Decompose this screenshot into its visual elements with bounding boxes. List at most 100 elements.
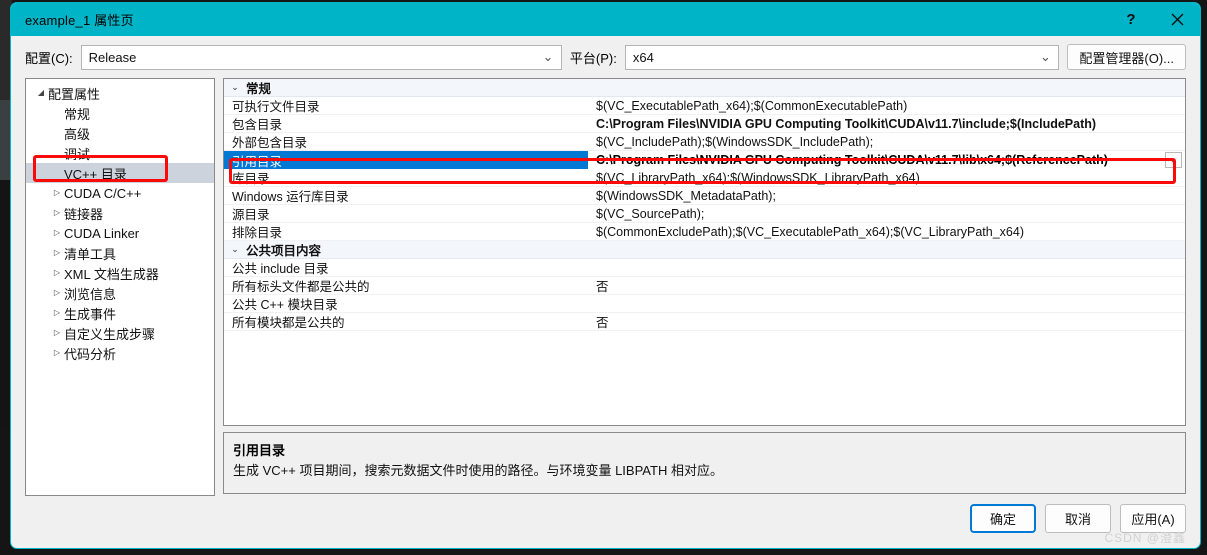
property-row[interactable]: 所有模块都是公共的 否 (224, 313, 1185, 331)
description-title: 引用目录 (233, 443, 286, 458)
dialog-title: example_1 属性页 (25, 13, 134, 28)
tree-item-label: 链接器 (64, 206, 104, 222)
tree-item-label: 调试 (64, 146, 91, 162)
tree-item-4[interactable]: ▷VC++ 目录 (26, 163, 214, 183)
ok-button[interactable]: 确定 (970, 503, 1036, 533)
tree-item-label: 自定义生成步骤 (64, 326, 156, 342)
property-row[interactable]: 公共 include 目录 (224, 259, 1185, 277)
property-name: 常规 (246, 82, 272, 96)
chevron-collapsed-icon: ▷ (53, 308, 61, 317)
help-icon[interactable]: ? (1108, 3, 1154, 36)
property-value[interactable]: $(WindowsSDK_MetadataPath); (588, 189, 1185, 203)
chevron-collapsed-icon: ▷ (53, 328, 61, 337)
settings-tree[interactable]: ◢配置属性▷常规▷高级▷调试▷VC++ 目录▷CUDA C/C++▷链接器▷CU… (25, 78, 215, 496)
chevron-collapsed-icon: ▷ (53, 268, 61, 277)
property-value[interactable]: C:\Program Files\NVIDIA GPU Computing To… (588, 153, 1185, 167)
platform-label: 平台(P): (569, 50, 617, 66)
dialog-body: ◢配置属性▷常规▷高级▷调试▷VC++ 目录▷CUDA C/C++▷链接器▷CU… (11, 78, 1200, 496)
property-row[interactable]: 所有标头文件都是公共的 否 (224, 277, 1185, 295)
tree-item-label: 浏览信息 (64, 286, 117, 302)
tree-item-label: 清单工具 (64, 246, 117, 262)
property-name: 可执行文件目录 (232, 100, 320, 114)
property-value[interactable]: $(VC_SourcePath); (588, 207, 1185, 221)
property-name: 所有模块都是公共的 (232, 316, 345, 330)
property-name: 外部包含目录 (232, 136, 308, 150)
tree-item-label: CUDA Linker (64, 225, 140, 241)
tree-item-10[interactable]: ▷ 浏览信息 (26, 283, 214, 303)
caption-buttons: ? (1108, 3, 1200, 36)
chevron-collapsed-icon: ▷ (53, 208, 61, 217)
property-category-row[interactable]: ⌄ 公共项目内容 (224, 241, 1185, 259)
property-value[interactable]: $(VC_IncludePath);$(WindowsSDK_IncludePa… (588, 135, 1185, 149)
property-value[interactable]: $(CommonExcludePath);$(VC_ExecutablePath… (588, 225, 1185, 239)
configuration-manager-button[interactable]: 配置管理器(O)... (1067, 44, 1186, 70)
tree-item-label: 配置属性 (48, 86, 101, 102)
tree-item-6[interactable]: ▷ 链接器 (26, 203, 214, 223)
chevron-collapsed-icon: ▷ (53, 188, 61, 197)
title-bar: example_1 属性页 ? (11, 3, 1200, 36)
property-name: 公共 C++ 模块目录 (232, 298, 338, 312)
tree-item-9[interactable]: ▷ XML 文档生成器 (26, 263, 214, 283)
property-value[interactable]: $(VC_ExecutablePath_x64);$(CommonExecuta… (588, 99, 1185, 113)
tree-item-label: VC++ 目录 (64, 166, 127, 182)
property-row[interactable]: 引用目录 C:\Program Files\NVIDIA GPU Computin… (224, 151, 1185, 169)
tree-item-label: XML 文档生成器 (64, 266, 159, 282)
platform-select[interactable]: x64 ⌄ (624, 44, 1060, 70)
property-row[interactable]: 外部包含目录 $(VC_IncludePath);$(WindowsSDK_Inc… (224, 133, 1185, 151)
right-pane: ⌄ 常规 可执行文件目录 $(VC_ExecutablePath_x64);$(Com… (223, 78, 1186, 496)
configuration-value: Release (88, 49, 137, 65)
property-row[interactable]: 源目录 $(VC_SourcePath); (224, 205, 1185, 223)
property-name: 公共 include 目录 (232, 262, 329, 276)
tree-item-label: CUDA C/C++ (64, 185, 142, 201)
close-icon[interactable] (1154, 3, 1200, 36)
property-value[interactable]: C:\Program Files\NVIDIA GPU Computing To… (588, 117, 1185, 131)
tree-item-label: 常规 (64, 106, 91, 122)
value-dropdown-button[interactable]: ⌄ (1165, 152, 1182, 168)
tree-item-7[interactable]: ▷ CUDA Linker (26, 223, 214, 243)
tree-item-label: 高级 (64, 126, 91, 142)
platform-value: x64 (632, 49, 654, 65)
property-row[interactable]: 排除目录 $(CommonExcludePath);$(VC_Executable… (224, 223, 1185, 241)
tree-item-1[interactable]: ▷常规 (26, 103, 214, 123)
property-row[interactable]: 可执行文件目录 $(VC_ExecutablePath_x64);$(Common… (224, 97, 1185, 115)
property-category-row[interactable]: ⌄ 常规 (224, 79, 1185, 97)
chevron-down-icon: ⌄ (1039, 49, 1051, 64)
property-row[interactable]: 库目录 $(VC_LibraryPath_x64);$(WindowsSDK_Li… (224, 169, 1185, 187)
description-text: 生成 VC++ 项目期间，搜索元数据文件时使用的路径。与环境变量 LIBPATH… (233, 463, 723, 478)
chevron-collapsed-icon: ▷ (53, 228, 61, 237)
configuration-select[interactable]: Release ⌄ (80, 44, 562, 70)
tree-item-2[interactable]: ▷高级 (26, 123, 214, 143)
property-row[interactable]: Windows 运行库目录 $(WindowsSDK_MetadataPath); (224, 187, 1185, 205)
property-name: 排除目录 (232, 226, 283, 240)
tree-item-5[interactable]: ▷ CUDA C/C++ (26, 183, 214, 203)
tree-item-13[interactable]: ▷ 代码分析 (26, 343, 214, 363)
chevron-collapsed-icon: ▷ (53, 248, 61, 257)
property-value[interactable]: $(VC_LibraryPath_x64);$(WindowsSDK_Libra… (588, 171, 1185, 185)
chevron-down-icon[interactable]: ⌄ (224, 244, 246, 255)
chevron-expanded-icon: ◢ (37, 88, 45, 97)
configuration-label: 配置(C): (25, 50, 73, 66)
property-pages-dialog: example_1 属性页 ? 配置(C): Release ⌄ 平台(P): … (10, 2, 1201, 549)
property-row[interactable]: 公共 C++ 模块目录 (224, 295, 1185, 313)
chevron-down-icon[interactable]: ⌄ (224, 82, 246, 93)
cancel-button[interactable]: 取消 (1045, 503, 1111, 533)
property-row[interactable]: 包含目录 C:\Program Files\NVIDIA GPU Computin… (224, 115, 1185, 133)
chevron-collapsed-icon: ▷ (53, 348, 61, 357)
description-panel: 引用目录 生成 VC++ 项目期间，搜索元数据文件时使用的路径。与环境变量 LI… (223, 432, 1186, 494)
property-name: 源目录 (232, 208, 270, 222)
tree-item-12[interactable]: ▷ 自定义生成步骤 (26, 323, 214, 343)
property-value[interactable]: 否 (588, 312, 1185, 331)
tree-item-label: 代码分析 (64, 346, 117, 362)
tree-item-3[interactable]: ▷调试 (26, 143, 214, 163)
apply-button[interactable]: 应用(A) (1120, 503, 1186, 533)
property-name: 公共项目内容 (246, 244, 322, 258)
tree-item-11[interactable]: ▷ 生成事件 (26, 303, 214, 323)
tree-item-0[interactable]: ◢ 配置属性 (26, 83, 214, 103)
property-grid[interactable]: ⌄ 常规 可执行文件目录 $(VC_ExecutablePath_x64);$(Com… (223, 78, 1186, 426)
property-name: 所有标头文件都是公共的 (232, 280, 370, 294)
property-name: 库目录 (232, 172, 270, 186)
tree-item-8[interactable]: ▷ 清单工具 (26, 243, 214, 263)
property-name: 包含目录 (232, 118, 283, 132)
dialog-footer: 确定 取消 应用(A) CSDN @澄鑫 (11, 496, 1200, 548)
property-value[interactable]: 否 (588, 276, 1185, 295)
